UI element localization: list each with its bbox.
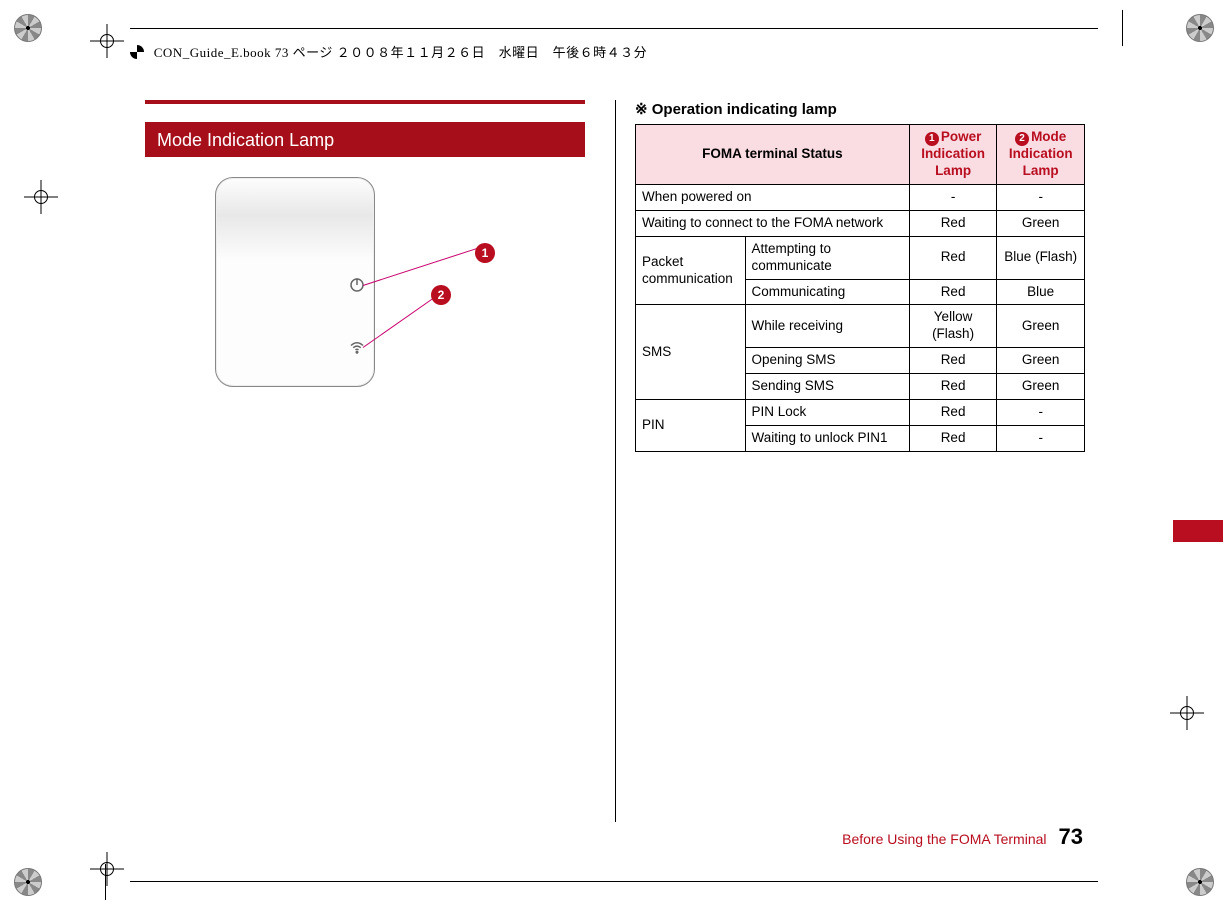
leader-line [363, 248, 477, 286]
registration-mark-icon [1186, 868, 1214, 896]
crop-mark-icon [24, 180, 58, 214]
col-header-mode: 2Mode Indication Lamp [997, 125, 1085, 185]
registration-mark-icon [14, 14, 42, 42]
section-title: Mode Indication Lamp [145, 122, 585, 157]
badge-2: 2 [1015, 132, 1029, 146]
trim-line [1122, 10, 1123, 46]
column-divider [615, 100, 616, 822]
trim-line [105, 864, 106, 900]
col-header-power: 1Power Indication Lamp [909, 125, 997, 185]
crop-mark-icon [90, 24, 124, 58]
footer-page-number: 73 [1059, 824, 1083, 850]
registration-mark-icon [14, 868, 42, 896]
table-row: SMS While receiving Yellow (Flash) Green [636, 305, 1085, 348]
operation-lamp-table: FOMA terminal Status 1Power Indication L… [635, 124, 1085, 452]
col-header-status: FOMA terminal Status [636, 125, 910, 185]
device-outline [215, 177, 375, 387]
table-row: When powered on - - [636, 185, 1085, 211]
pinwheel-icon [130, 45, 144, 59]
device-diagram: 1 2 [145, 177, 585, 417]
crop-mark-icon [90, 852, 124, 886]
table-row: Packet communication Attempting to commu… [636, 236, 1085, 279]
footer-chapter: Before Using the FOMA Terminal [842, 831, 1046, 847]
source-file-header: CON_Guide_E.book 73 ページ ２００８年１１月２６日 水曜日 … [130, 42, 647, 61]
table-heading: ※ Operation indicating lamp [635, 100, 1085, 118]
source-file-text: CON_Guide_E.book 73 ページ ２００８年１１月２６日 水曜日 … [154, 45, 647, 60]
callout-1: 1 [475, 243, 495, 263]
badge-1: 1 [925, 132, 939, 146]
trim-line [130, 881, 1098, 882]
section-top-rule [145, 100, 585, 104]
crop-mark-icon [1170, 696, 1204, 730]
thumb-tab [1173, 520, 1223, 542]
table-row: PIN PIN Lock Red - [636, 399, 1085, 425]
registration-mark-icon [1186, 14, 1214, 42]
table-row: Waiting to connect to the FOMA network R… [636, 210, 1085, 236]
callout-2: 2 [431, 285, 451, 305]
trim-line [130, 28, 1098, 29]
